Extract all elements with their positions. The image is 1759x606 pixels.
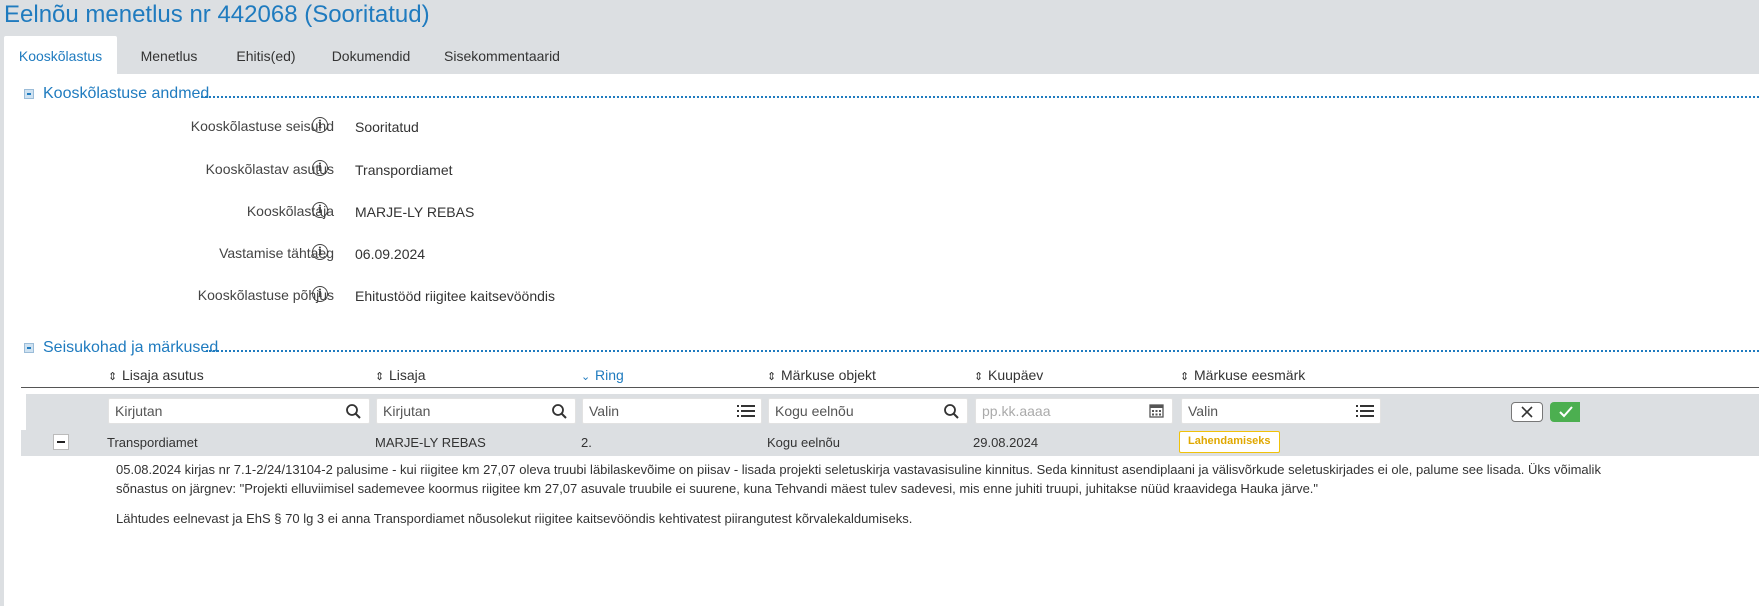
search-icon[interactable] [943, 403, 961, 419]
field-value: MARJE-LY REBAS [355, 204, 475, 220]
section-divider [206, 350, 1759, 352]
filter-placeholder: pp.kk.aaaa [982, 403, 1051, 419]
status-badge: Lahendamiseks [1179, 431, 1280, 453]
field-kooskolastaja: Kooskõlastaja i MARJE-LY REBAS [4, 201, 804, 225]
filter-lisaja-input[interactable]: Kirjutan [376, 398, 576, 424]
cell-lisaja-asutus: Transpordiamet [107, 435, 198, 450]
section-title: Seisukohad ja märkused [43, 339, 219, 356]
comment-text-line: 05.08.2024 kirjas nr 7.1-2/24/13104-2 pa… [116, 462, 1601, 477]
field-value: Ehitustööd riigitee kaitsevööndis [355, 288, 556, 304]
tab-ehitised[interactable]: Ehitis(ed) [222, 36, 310, 74]
section-kooskolastuse-andmed-header[interactable]: Kooskõlastuse andmed [24, 84, 1759, 104]
sort-icon: ⇕ [767, 371, 777, 383]
field-value: Transpordiamet [355, 162, 453, 178]
column-label: Ring [595, 367, 624, 383]
column-header-kuupaev[interactable]: ⇕ Kuupäev [974, 365, 1043, 387]
apply-filters-button[interactable] [1550, 402, 1580, 422]
column-label: Lisaja [389, 367, 426, 383]
column-header-ring[interactable]: ⌄ Ring [581, 365, 624, 387]
section-seisukohad-header[interactable]: Seisukohad ja märkused [24, 338, 1759, 358]
info-icon[interactable]: i [312, 117, 328, 133]
comment-text-line: Lähtudes eelnevast ja EhS § 70 lg 3 ei a… [116, 511, 913, 526]
column-label: Kuupäev [988, 367, 1044, 383]
tab-content: Kooskõlastuse andmed Kooskõlastuse seisu… [4, 74, 1759, 606]
table-header: ⇕ Lisaja asutus ⇕ Lisaja ⌄ Ring ⇕ Märkuse ob… [4, 365, 1759, 385]
cell-ring: 2. [581, 435, 592, 450]
column-label: Märkuse objekt [781, 367, 876, 383]
filter-placeholder: Kirjutan [115, 403, 163, 419]
column-header-markuse-objekt[interactable]: ⇕ Märkuse objekt [767, 365, 876, 387]
tab-menetlus[interactable]: Menetlus [124, 36, 214, 74]
field-kooskolastuse-seisund: Kooskõlastuse seisund i Sooritatud [4, 116, 804, 140]
collapse-row-button[interactable] [53, 434, 69, 450]
list-icon[interactable] [737, 403, 755, 419]
filter-ring-select[interactable]: Valin [582, 398, 762, 424]
cell-kuupaev: 29.08.2024 [973, 435, 1039, 450]
field-value: 06.09.2024 [355, 246, 426, 262]
filter-placeholder: Valin [589, 403, 620, 419]
info-icon[interactable]: i [312, 202, 328, 218]
filter-placeholder: Kirjutan [383, 403, 431, 419]
column-header-markuse-eesmark[interactable]: ⇕ Märkuse eesmärk [1180, 365, 1305, 387]
field-kooskolastav-asutus: Kooskõlastav asutus i Transpordiamet [4, 159, 804, 183]
filter-bar: Kirjutan Kirjutan Valin Kogu eelnõu pp.k… [26, 394, 1759, 430]
tab-dokumendid[interactable]: Dokumendid [318, 36, 424, 74]
column-header-lisaja[interactable]: ⇕ Lisaja [375, 365, 426, 387]
cell-markuse-objekt: Kogu eelnõu [767, 435, 841, 450]
field-kooskolastuse-pohjus: Kooskõlastuse põhjus i Ehitustööd riigit… [4, 285, 804, 309]
field-value: Sooritatud [355, 119, 419, 135]
tab-kooskolastus[interactable]: Kooskõlastus [4, 36, 117, 74]
close-icon [1521, 406, 1533, 418]
chevron-down-icon: ⌄ [581, 371, 591, 383]
sort-icon: ⇕ [108, 371, 118, 383]
filter-markuse-eesmark-select[interactable]: Valin [1181, 398, 1381, 424]
clear-filters-button[interactable] [1511, 402, 1543, 422]
header-divider [21, 387, 1759, 388]
field-vastamise-tahtaeg: Vastamise tähtaeg i 06.09.2024 [4, 243, 804, 267]
section-divider [201, 96, 1759, 98]
sort-icon: ⇕ [974, 371, 984, 383]
filter-value: Kogu eelnõu [775, 403, 854, 419]
sort-icon: ⇕ [375, 371, 385, 383]
search-icon[interactable] [345, 403, 363, 419]
table-row[interactable]: Transpordiamet MARJE-LY REBAS 2. Kogu ee… [21, 430, 1759, 456]
info-icon[interactable]: i [312, 160, 328, 176]
info-icon[interactable]: i [312, 244, 328, 260]
filter-kuupaev-input[interactable]: pp.kk.aaaa [975, 398, 1173, 424]
page-title: Eelnõu menetlus nr 442068 (Sooritatud) [4, 1, 430, 28]
column-label: Lisaja asutus [122, 367, 204, 383]
search-icon[interactable] [551, 403, 569, 419]
section-title: Kooskõlastuse andmed [43, 85, 210, 102]
comment-text-line: sõnastus on järgnev: "Projekti elluviimi… [116, 481, 1319, 496]
list-icon[interactable] [1356, 403, 1374, 419]
sort-icon: ⇕ [1180, 371, 1190, 383]
cell-lisaja: MARJE-LY REBAS [375, 435, 486, 450]
collapse-icon[interactable] [24, 89, 34, 99]
collapse-icon[interactable] [24, 343, 34, 353]
filter-lisaja-asutus-input[interactable]: Kirjutan [108, 398, 370, 424]
column-header-lisaja-asutus[interactable]: ⇕ Lisaja asutus [108, 365, 204, 387]
column-label: Märkuse eesmärk [1194, 367, 1306, 383]
filter-placeholder: Valin [1188, 403, 1219, 419]
check-icon [1559, 406, 1573, 418]
calendar-icon[interactable] [1148, 403, 1166, 419]
filter-markuse-objekt-input[interactable]: Kogu eelnõu [768, 398, 968, 424]
tab-sisekommentaarid[interactable]: Sisekommentaarid [432, 36, 572, 74]
info-icon[interactable]: i [312, 286, 328, 302]
